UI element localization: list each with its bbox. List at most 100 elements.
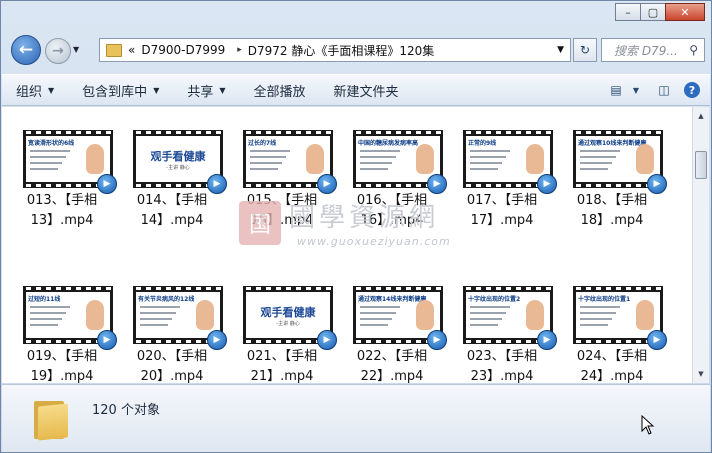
film-perforations: [463, 130, 553, 135]
file-name: 015、【手相15】.mp4: [246, 193, 318, 228]
recent-pages-dropdown[interactable]: ▼: [73, 45, 79, 54]
thumbnail-frame: 中国的糖尿病发病率高: [356, 136, 440, 182]
palm-hand-icon: [526, 144, 544, 174]
palm-hand-icon: [86, 300, 104, 330]
play-all-button[interactable]: 全部播放: [240, 81, 320, 100]
video-thumbnail: 有关节炎病风的12线 ▶: [133, 286, 227, 350]
thumbnail-text-line: [140, 318, 172, 320]
file-item[interactable]: 观手看健康 -主讲 静心 ▶ 021、【手相21】.mp4: [227, 263, 337, 383]
file-name: 013、【手相13】.mp4: [26, 193, 98, 228]
palm-hand-icon: [416, 144, 434, 174]
search-icon: ⚲: [689, 43, 698, 57]
thumbnail-text-line: [140, 306, 180, 308]
thumbnail-frame: 观手看健康 -主讲 静心: [136, 136, 220, 182]
thumbnail-text-line: [470, 168, 498, 170]
scroll-up-icon[interactable]: ▲: [695, 109, 707, 123]
thumbnail-text-line: [140, 324, 168, 326]
command-bar: 组织 ▼ 包含到库中 ▼ 共享 ▼ 全部播放 新建文件夹 ▤ ▼ ◫ ?: [2, 74, 710, 106]
breadcrumb-overflow[interactable]: «: [128, 43, 135, 57]
thumbnail-text-line: [30, 162, 62, 164]
file-item[interactable]: 过短的11线 ▶ 019、【手相19】.mp4: [7, 263, 117, 383]
file-item[interactable]: 中国的糖尿病发病率高 ▶ 016、【手相16】.mp4: [337, 107, 447, 228]
file-item[interactable]: 通过观察10线来判断健康 ▶ 018、【手相18】.mp4: [557, 107, 667, 228]
thumbnail-text-line: [30, 318, 62, 320]
file-name: 021、【手相21】.mp4: [246, 349, 318, 383]
file-name: 024、【手相24】.mp4: [576, 349, 648, 383]
file-name: 014、【手相14】.mp4: [136, 193, 208, 228]
breadcrumb-separator[interactable]: ▸: [237, 45, 242, 55]
file-item[interactable]: 正常的9线 ▶ 017、【手相17】.mp4: [447, 107, 557, 228]
scroll-down-icon[interactable]: ▼: [695, 367, 707, 381]
new-folder-label: 新建文件夹: [333, 84, 399, 100]
video-thumbnail: 观手看健康 -主讲 静心 ▶: [243, 286, 337, 350]
thumbnail-title: 十字纹出现的位置2: [468, 296, 521, 303]
thumbnail-frame: 宽读滑形状的6线: [26, 136, 110, 182]
details-pane: 120 个对象: [2, 384, 710, 452]
view-options-dropdown[interactable]: ▼: [628, 83, 644, 97]
forward-arrow-icon: →: [52, 43, 64, 59]
minimize-button[interactable]: –: [615, 3, 641, 21]
file-item[interactable]: 宽读滑形状的6线 ▶ 013、【手相13】.mp4: [7, 107, 117, 228]
thumbnail-text-line: [250, 162, 282, 164]
address-dropdown-icon[interactable]: ▼: [557, 45, 564, 55]
thumbnail-text-line: [360, 318, 392, 320]
thumbnail-text-line: [360, 324, 388, 326]
breadcrumb-parent[interactable]: D7900-D7999: [141, 43, 225, 57]
video-thumbnail: 通过观察10线来判断健康 ▶: [573, 130, 667, 194]
share-menu[interactable]: 共享 ▼: [173, 81, 239, 100]
palm-hand-icon: [636, 144, 654, 174]
thumbnail-frame: 通过观察14线来判断健康: [356, 292, 440, 338]
back-button[interactable]: ←: [11, 35, 41, 65]
thumbnail-text-line: [580, 168, 608, 170]
thumbnail-text-line: [360, 312, 396, 314]
thumbnail-frame: 观手看健康 -主讲 静心: [246, 292, 330, 338]
thumbnail-frame: 有关节炎病风的12线: [136, 292, 220, 338]
film-perforations: [133, 286, 223, 291]
forward-button[interactable]: →: [45, 38, 71, 64]
thumbnail-text-line: [250, 150, 290, 152]
breadcrumb-current[interactable]: D7972 静心《手面相课程》120集: [248, 42, 435, 59]
organize-menu[interactable]: 组织 ▼: [2, 81, 68, 100]
file-item[interactable]: 通过观察14线来判断健康 ▶ 022、【手相22】.mp4: [337, 263, 447, 383]
file-item[interactable]: 有关节炎病风的12线 ▶ 020、【手相20】.mp4: [117, 263, 227, 383]
palm-hand-icon: [86, 144, 104, 174]
include-in-library-menu[interactable]: 包含到库中 ▼: [68, 81, 173, 100]
thumbnail-title: 有关节炎病风的12线: [138, 296, 195, 303]
thumbnail-text-line: [30, 306, 70, 308]
help-icon[interactable]: ?: [684, 82, 700, 98]
view-options-icon[interactable]: ▤: [608, 83, 624, 97]
address-bar[interactable]: « D7900-D7999 ▸ D7972 静心《手面相课程》120集 ▼: [99, 38, 571, 62]
thumbnail-text-line: [360, 156, 396, 158]
thumbnail-frame: 十字纹出现的位置2: [466, 292, 550, 338]
search-input[interactable]: 搜索 D79... ⚲: [601, 38, 705, 62]
scroll-thumb[interactable]: [695, 151, 707, 179]
thumbnail-text-line: [30, 324, 58, 326]
refresh-button[interactable]: ↻: [573, 38, 597, 62]
search-placeholder: 搜索 D79...: [614, 43, 678, 58]
close-button[interactable]: ✕: [665, 3, 705, 21]
file-item[interactable]: 过长的7线 ▶ 015、【手相15】.mp4: [227, 107, 337, 228]
file-list: 宽读滑形状的6线 ▶ 013、【手相13】.mp4 观手看健康 -主讲 静心 ▶ 014、【…: [2, 107, 692, 383]
caption-buttons: – ▢ ✕: [615, 3, 705, 21]
file-item[interactable]: 十字纹出现的位置1 ▶ 024、【手相24】.mp4: [557, 263, 667, 383]
thumbnail-text-line: [470, 156, 506, 158]
maximize-button[interactable]: ▢: [640, 3, 666, 21]
chevron-down-icon: ▼: [48, 85, 55, 95]
video-thumbnail: 正常的9线 ▶: [463, 130, 557, 194]
thumbnail-text-line: [470, 306, 510, 308]
thumbnail-text-line: [580, 162, 612, 164]
video-thumbnail: 通过观察14线来判断健康 ▶: [353, 286, 447, 350]
new-folder-button[interactable]: 新建文件夹: [320, 81, 413, 100]
chevron-down-icon: ▼: [219, 85, 226, 95]
preview-pane-icon[interactable]: ◫: [656, 83, 672, 97]
thumbnail-title: 宽读滑形状的6线: [28, 140, 75, 147]
file-item[interactable]: 十字纹出现的位置2 ▶ 023、【手相23】.mp4: [447, 263, 557, 383]
thumbnail-text-line: [30, 168, 58, 170]
thumbnail-text-line: [580, 306, 620, 308]
file-item[interactable]: 观手看健康 -主讲 静心 ▶ 014、【手相14】.mp4: [117, 107, 227, 228]
thumbnail-frame: 过长的7线: [246, 136, 330, 182]
film-perforations: [23, 130, 113, 135]
vertical-scrollbar[interactable]: ▲ ▼: [692, 107, 709, 383]
thumbnail-text-line: [580, 312, 616, 314]
back-arrow-icon: ←: [18, 40, 34, 60]
